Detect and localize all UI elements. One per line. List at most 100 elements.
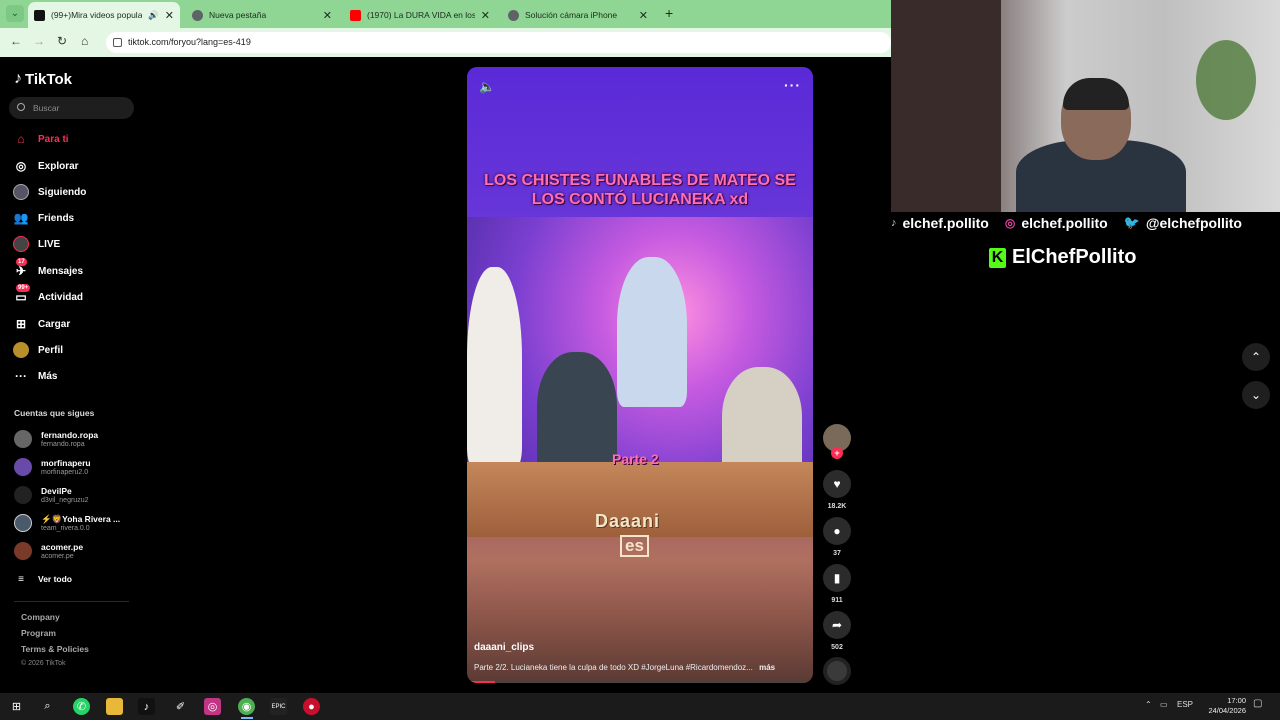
tiktok-logo[interactable]: ♪ TikTok xyxy=(14,70,72,88)
nav-siguiendo[interactable]: Siguiendo xyxy=(12,182,86,202)
following-item[interactable]: acomer.pe acomer.pe xyxy=(14,539,83,563)
more-description-button[interactable]: más xyxy=(759,663,775,672)
video-progress-bar[interactable] xyxy=(467,681,813,683)
nav-para-ti[interactable]: ⌂ Para ti xyxy=(12,129,68,149)
app-icon[interactable]: ✐ xyxy=(172,698,189,715)
following-name: morfinaperu xyxy=(41,457,91,468)
nav-label: Cargar xyxy=(38,318,71,330)
following-handle: team_rivera.0.0 xyxy=(41,524,90,532)
heart-icon[interactable]: ♥ xyxy=(823,470,851,498)
file-explorer-icon[interactable] xyxy=(106,698,123,715)
sidebar-divider xyxy=(14,601,129,602)
close-tab-icon[interactable]: ✕ xyxy=(639,9,648,22)
notifications-icon[interactable]: ▢ xyxy=(1253,698,1262,709)
following-item[interactable]: fernando.ropa fernando.ropa xyxy=(14,427,98,451)
kick-channel-banner: K ElChefPollito xyxy=(989,246,1136,269)
share-action[interactable]: ➦ 502 xyxy=(823,611,851,651)
search-icon[interactable]: ⌕ xyxy=(39,698,56,715)
site-info-icon[interactable] xyxy=(113,38,122,47)
tab-camera[interactable]: Solución cámara iPhone ✕ xyxy=(502,2,654,28)
tab-title: (99+)Mira videos populare xyxy=(51,10,143,20)
more-options-icon[interactable]: ··· xyxy=(784,77,801,93)
video-person xyxy=(617,257,687,407)
comment-action[interactable]: ● 37 xyxy=(823,517,851,557)
like-action[interactable]: ♥ 18.2K xyxy=(823,470,851,510)
close-tab-icon[interactable]: ✕ xyxy=(165,9,174,22)
nav-mas[interactable]: ··· Más xyxy=(12,366,57,386)
twitter-icon: 🐦 xyxy=(1123,215,1140,230)
youtube-favicon-icon xyxy=(350,9,361,21)
tab-search-button[interactable]: ⌄ xyxy=(6,5,24,22)
forward-arrow-icon[interactable]: → xyxy=(33,34,45,48)
webcam-person-cap xyxy=(1063,78,1129,110)
following-handle: d3vil_negruzu2 xyxy=(41,496,89,504)
chevron-up-icon[interactable]: ⌃ xyxy=(1145,700,1152,709)
next-video-button[interactable]: ⌄ xyxy=(1242,381,1270,409)
tab-tiktok[interactable]: (99+)Mira videos populare 🔊 ✕ xyxy=(28,2,180,28)
search-placeholder: Buscar xyxy=(33,103,60,113)
comment-icon[interactable]: ● xyxy=(823,517,851,545)
home-icon[interactable]: ⌂ xyxy=(81,34,88,48)
browser-tab-bar: ⌄ (99+)Mira videos populare 🔊 ✕ Nueva pe… xyxy=(0,0,891,28)
epic-games-icon[interactable]: EPIC xyxy=(270,698,287,715)
following-item[interactable]: morfinaperu morfinaperu2.0 xyxy=(14,455,91,479)
close-tab-icon[interactable]: ✕ xyxy=(323,9,332,22)
following-section-title: Cuentas que sigues xyxy=(14,408,95,418)
nav-explorar[interactable]: ◎ Explorar xyxy=(12,156,79,176)
nav-label: Actividad xyxy=(38,291,84,303)
nav-label: Más xyxy=(38,370,58,382)
nav-mensajes[interactable]: ✈ 17 Mensajes xyxy=(12,258,84,281)
network-icon[interactable]: ▭ xyxy=(1160,700,1168,709)
save-action[interactable]: ▮ 911 xyxy=(823,564,851,604)
url-field[interactable]: tiktok.com/foryou?lang=es-419 xyxy=(106,32,891,53)
video-description: Parte 2/2. Lucianeka tiene la culpa de t… xyxy=(474,663,804,672)
kick-channel-name: ElChefPollito xyxy=(1012,246,1137,268)
tab-title: (1970) La DURA VIDA en los PU xyxy=(367,10,475,20)
tab-youtube[interactable]: (1970) La DURA VIDA en los PU ✕ xyxy=(344,2,496,28)
tiktok-app-icon[interactable]: ♪ xyxy=(138,698,155,715)
previous-video-button[interactable]: ⌃ xyxy=(1242,343,1270,371)
chrome-icon[interactable]: ◉ xyxy=(238,698,255,715)
bookmark-icon[interactable]: ▮ xyxy=(823,564,851,592)
search-input[interactable]: Buscar xyxy=(9,97,134,119)
music-disc-icon[interactable] xyxy=(823,657,851,685)
whatsapp-icon[interactable]: ✆ xyxy=(73,698,90,715)
windows-taskbar: ⊞ ⌕ ✆ ♪ ✐ ◎ ◉ EPIC ● ⌃ ▭ ESP 17:00 24/04… xyxy=(0,693,1280,720)
nav-actividad[interactable]: ▭ 99+ Actividad xyxy=(12,284,84,307)
nav-perfil[interactable]: Perfil xyxy=(12,340,63,360)
nav-cargar[interactable]: ⊞ Cargar xyxy=(12,314,70,334)
instagram-app-icon[interactable]: ◎ xyxy=(204,698,221,715)
avatar xyxy=(14,458,32,476)
taskbar-clock[interactable]: 17:00 24/04/2026 xyxy=(1196,696,1246,716)
reload-icon[interactable]: ↻ xyxy=(57,34,67,48)
footer-link-terms[interactable]: Terms & Policies xyxy=(21,644,89,654)
following-item[interactable]: ⚡🦁Yoha Rivera ... team_rivera.0.0 xyxy=(14,511,120,535)
see-all-link[interactable]: ≡ Ver todo xyxy=(12,569,72,589)
tab-new-tab[interactable]: Nueva pestaña ✕ xyxy=(186,2,338,28)
badge: 99+ xyxy=(16,284,31,292)
nav-label: Mensajes xyxy=(38,265,84,277)
new-tab-button[interactable]: + xyxy=(665,5,673,21)
speaker-icon[interactable]: 🔊 xyxy=(148,10,159,21)
following-name: fernando.ropa xyxy=(41,429,99,440)
footer-link-company[interactable]: Company xyxy=(21,612,60,622)
windows-start-icon[interactable]: ⊞ xyxy=(8,698,25,715)
volume-icon[interactable]: 🔈 xyxy=(479,79,495,95)
back-arrow-icon[interactable]: ← xyxy=(10,34,22,48)
share-arrow-icon[interactable]: ➦ xyxy=(823,611,851,639)
more-icon: ··· xyxy=(15,369,27,383)
nav-friends[interactable]: 👥 Friends xyxy=(12,208,75,228)
like-count: 18.2K xyxy=(827,503,847,510)
video-player[interactable]: 🔈 ··· LOS CHISTES FUNABLES DE MATEO SE L… xyxy=(467,67,813,683)
close-tab-icon[interactable]: ✕ xyxy=(481,9,490,22)
video-author[interactable]: daaani_clips xyxy=(474,642,534,653)
list-icon: ≡ xyxy=(18,573,24,585)
following-item[interactable]: DevilPe d3vil_negruzu2 xyxy=(14,483,88,507)
obs-icon[interactable]: ● xyxy=(303,698,320,715)
footer-link-program[interactable]: Program xyxy=(21,628,56,638)
nav-live[interactable]: LIVE xyxy=(12,234,60,254)
follow-plus-icon[interactable]: + xyxy=(831,447,843,459)
language-indicator[interactable]: ESP xyxy=(1177,700,1193,709)
headline-line: LOS CHISTES FUNABLES DE MATEO SE xyxy=(484,172,796,189)
social-handle: elchef.pollito xyxy=(902,215,989,231)
